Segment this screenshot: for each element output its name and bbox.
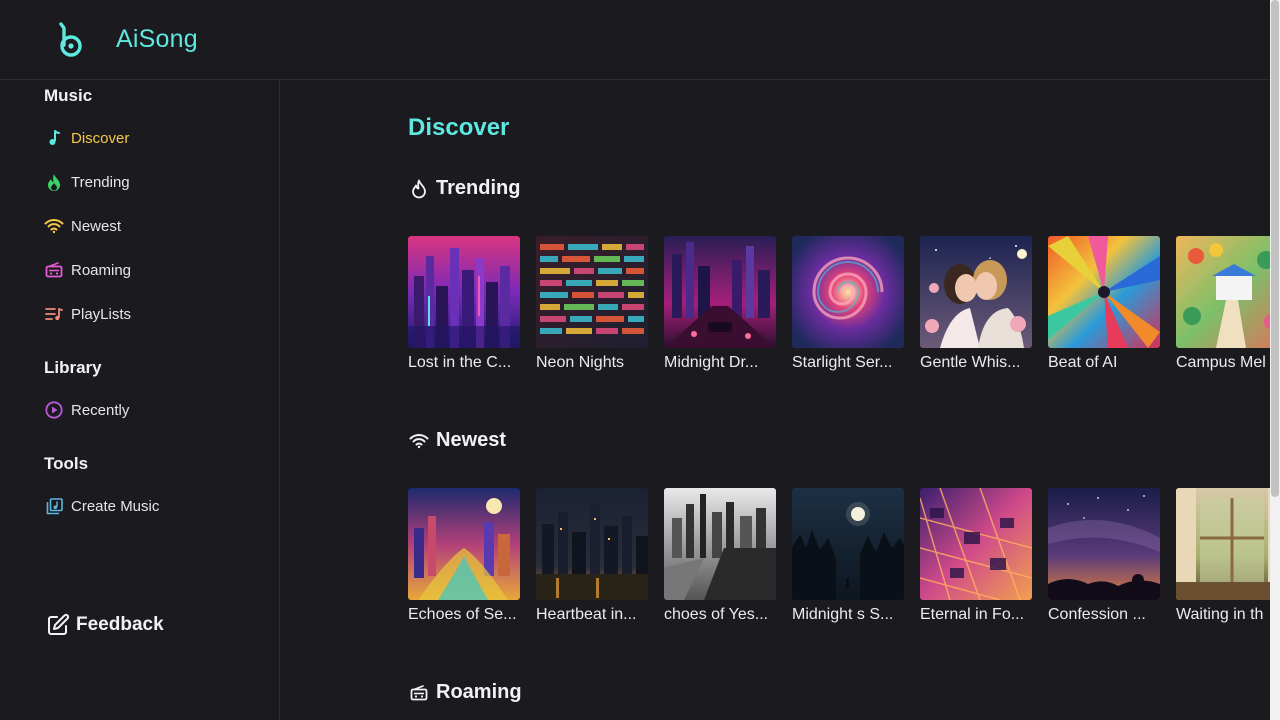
top-header: AiSong [0, 0, 1270, 80]
song-cover-image [920, 488, 1032, 600]
scrollbar-thumb[interactable] [1271, 0, 1279, 497]
song-title: Heartbeat in... [536, 606, 637, 623]
section-title-tools: Tools [44, 454, 89, 473]
section-title-music: Music [44, 86, 93, 105]
newest-section-title: Newest [408, 429, 506, 452]
app-root: AiSong Music Discover Trending Newest Ro… [0, 0, 1280, 720]
section-title-text: Roaming [436, 681, 522, 703]
song-card[interactable]: Confession ... [1048, 488, 1160, 624]
song-title: Gentle Whis... [920, 354, 1021, 371]
sidebar-item-playlists[interactable]: PlayLists [44, 302, 131, 326]
song-title: Midnight Dr... [664, 354, 759, 371]
sidebar-item-roaming[interactable]: Roaming [44, 258, 131, 282]
song-cover-image [1048, 236, 1160, 348]
play-circle-icon [44, 400, 64, 420]
song-title: Midnight s S... [792, 606, 894, 623]
song-cover-image [792, 236, 904, 348]
sidebar-item-label: PlayLists [71, 305, 132, 323]
song-title: Lost in the C... [408, 354, 512, 371]
sidebar-item-recently[interactable]: Recently [44, 398, 129, 422]
feedback-label: Feedback [76, 614, 164, 635]
radio-icon [408, 682, 430, 704]
sidebar-item-label: Trending [71, 173, 130, 191]
sidebar-item-label: Recently [71, 401, 130, 419]
song-card[interactable]: Echoes of Se... [408, 488, 520, 624]
song-cover-image [920, 236, 1032, 348]
song-cover-image [664, 488, 776, 600]
song-title: choes of Yes... [664, 606, 769, 623]
wifi-icon [44, 216, 64, 236]
song-cover-image [1176, 488, 1270, 600]
song-card[interactable]: Waiting in th [1176, 488, 1270, 624]
song-card[interactable]: Neon Nights [536, 236, 648, 372]
song-card[interactable]: choes of Yes... [664, 488, 776, 624]
song-cover-image [1048, 488, 1160, 600]
sidebar: Music Discover Trending Newest Roaming P… [0, 80, 280, 720]
song-card[interactable]: Eternal in Fo... [920, 488, 1032, 624]
song-card[interactable]: Beat of AI [1048, 236, 1160, 372]
sidebar-item-trending[interactable]: Trending [44, 170, 130, 194]
song-card[interactable]: Midnight s S... [792, 488, 904, 624]
sidebar-item-label: Create Music [71, 497, 160, 515]
section-title-text: Trending [436, 177, 521, 199]
feedback-button[interactable]: Feedback [46, 613, 164, 637]
song-card[interactable]: Midnight Dr... [664, 236, 776, 372]
sidebar-item-discover[interactable]: Discover [44, 126, 129, 150]
song-cover-image [408, 236, 520, 348]
section-title-text: Newest [436, 429, 507, 451]
song-cover-image [792, 488, 904, 600]
flame-icon [44, 172, 64, 192]
song-title: Beat of AI [1048, 354, 1118, 371]
playlist-icon [44, 304, 64, 324]
vertical-scrollbar[interactable] [1270, 0, 1280, 720]
page-title: Discover [408, 114, 510, 141]
song-cover-image [1176, 236, 1270, 348]
song-card[interactable]: Campus Mel [1176, 236, 1270, 372]
song-cover-image [536, 236, 648, 348]
music-library-icon [44, 496, 64, 516]
sidebar-item-newest[interactable]: Newest [44, 214, 121, 238]
song-title: Eternal in Fo... [920, 606, 1025, 623]
song-title: Neon Nights [536, 354, 625, 371]
newest-card-list: Echoes of Se... Heartbeat in... choes of… [408, 488, 1270, 624]
radio-icon [44, 260, 64, 280]
song-card[interactable]: Heartbeat in... [536, 488, 648, 624]
trending-card-list: Lost in the C... Neon Nights Midnight Dr… [408, 236, 1270, 372]
wifi-icon [408, 430, 430, 452]
song-card[interactable]: Starlight Ser... [792, 236, 904, 372]
section-title-library: Library [44, 358, 102, 377]
sidebar-item-label: Roaming [71, 261, 132, 279]
roaming-section-title: Roaming [408, 681, 522, 704]
sidebar-item-create-music[interactable]: Create Music [44, 494, 159, 518]
aisong-logo-icon[interactable] [52, 21, 86, 59]
song-card[interactable]: Lost in the C... [408, 236, 520, 372]
trending-section-title: Trending [408, 177, 520, 200]
song-title: Starlight Ser... [792, 354, 893, 371]
main-content: Discover Trending Lost in the C... Neon … [280, 80, 1270, 720]
song-title: Echoes of Se... [408, 606, 517, 623]
flame-icon [408, 178, 430, 200]
edit-icon [48, 613, 70, 635]
song-card[interactable]: Gentle Whis... [920, 236, 1032, 372]
app-brand[interactable]: AiSong [116, 25, 198, 54]
song-cover-image [408, 488, 520, 600]
sidebar-item-label: Discover [71, 129, 130, 147]
music-note-icon [44, 128, 64, 148]
song-title: Waiting in th [1176, 606, 1264, 623]
sidebar-item-label: Newest [71, 217, 122, 235]
song-title: Campus Mel [1176, 354, 1266, 371]
song-cover-image [664, 236, 776, 348]
song-cover-image [536, 488, 648, 600]
song-title: Confession ... [1048, 606, 1146, 623]
